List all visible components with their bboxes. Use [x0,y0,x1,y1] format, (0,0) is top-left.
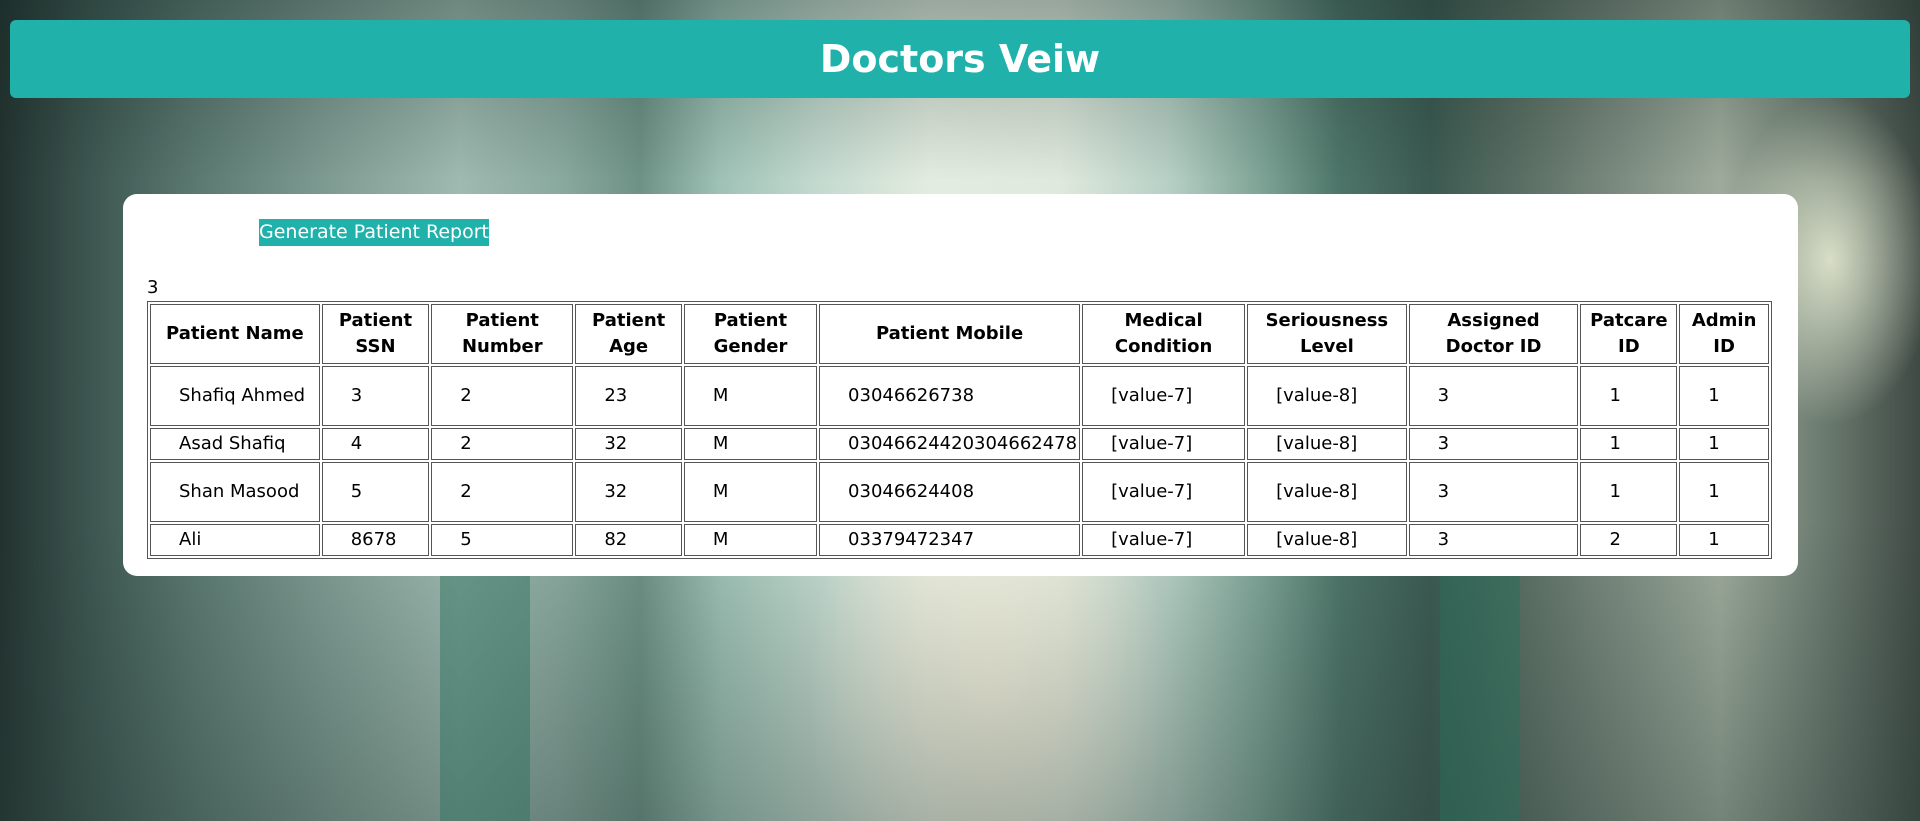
cell-patient-ssn: 4 [321,428,430,460]
cell-patient-name: Ali [150,524,320,556]
cell-seriousness-level: [value-8] [1247,524,1407,556]
cell-patient-mobile: 03046624420304662478 [819,428,1081,460]
cell-admin-id: 1 [1679,366,1769,426]
cell-patient-gender: M [683,524,818,556]
cell-patient-name: Shan Masood [150,462,320,522]
cell-patient-age: 32 [575,428,682,460]
cell-assigned-doctor-id: 3 [1408,524,1579,556]
cell-patient-ssn: 5 [321,462,430,522]
cell-assigned-doctor-id: 3 [1408,366,1579,426]
cell-seriousness-level: [value-8] [1247,428,1407,460]
cell-assigned-doctor-id: 3 [1408,428,1579,460]
cell-admin-id: 1 [1679,462,1769,522]
cell-patient-gender: M [683,428,818,460]
cell-seriousness-level: [value-8] [1247,366,1407,426]
page-header: Doctors Veiw [10,20,1910,98]
cell-patient-number: 2 [431,366,574,426]
cell-patient-gender: M [683,366,818,426]
cell-patient-mobile: 03046624408 [819,462,1081,522]
record-count: 3 [147,277,159,298]
cell-admin-id: 1 [1679,428,1769,460]
cell-patient-ssn: 8678 [321,524,430,556]
col-header-admin-id: Admin ID [1679,304,1769,364]
col-header-patient-name: Patient Name [150,304,320,364]
cell-seriousness-level: [value-8] [1247,462,1407,522]
table-row: Ali 8678 5 82 M 03379472347 [value-7] [v… [150,524,1769,556]
background-door-left [440,560,530,821]
cell-medical-condition: [value-7] [1082,428,1246,460]
col-header-patient-ssn: Patient SSN [321,304,430,364]
cell-admin-id: 1 [1679,524,1769,556]
cell-patient-age: 32 [575,462,682,522]
cell-patient-mobile: 03046626738 [819,366,1081,426]
patients-table: Patient Name Patient SSN Patient Number … [147,301,1772,559]
cell-medical-condition: [value-7] [1082,524,1246,556]
generate-report-button[interactable]: Generate Patient Report [259,219,489,246]
cell-medical-condition: [value-7] [1082,462,1246,522]
cell-patcare-id: 1 [1580,428,1678,460]
table-row: Shan Masood 5 2 32 M 03046624408 [value-… [150,462,1769,522]
cell-patient-name: Asad Shafiq [150,428,320,460]
cell-patient-number: 2 [431,428,574,460]
col-header-medical-condition: Medical Condition [1082,304,1246,364]
cell-patient-number: 5 [431,524,574,556]
col-header-patient-gender: Patient Gender [683,304,818,364]
cell-patient-mobile: 03379472347 [819,524,1081,556]
cell-patient-age: 23 [575,366,682,426]
cell-patient-name: Shafiq Ahmed [150,366,320,426]
page-title: Doctors Veiw [819,37,1101,81]
cell-patient-age: 82 [575,524,682,556]
cell-medical-condition: [value-7] [1082,366,1246,426]
cell-patient-ssn: 3 [321,366,430,426]
col-header-patient-age: Patient Age [575,304,682,364]
cell-assigned-doctor-id: 3 [1408,462,1579,522]
cell-patient-gender: M [683,462,818,522]
col-header-patient-mobile: Patient Mobile [819,304,1081,364]
cell-patient-number: 2 [431,462,574,522]
cell-patcare-id: 1 [1580,366,1678,426]
col-header-assigned-doctor-id: Assigned Doctor ID [1408,304,1579,364]
background-door-right [1440,560,1520,821]
table-row: Shafiq Ahmed 3 2 23 M 03046626738 [value… [150,366,1769,426]
col-header-seriousness-level: Seriousness Level [1247,304,1407,364]
table-header-row: Patient Name Patient SSN Patient Number … [150,304,1769,364]
patients-panel: Generate Patient Report 3 Patient Name P… [123,194,1798,576]
col-header-patcare-id: Patcare ID [1580,304,1678,364]
cell-patcare-id: 2 [1580,524,1678,556]
col-header-patient-number: Patient Number [431,304,574,364]
table-row: Asad Shafiq 4 2 32 M 0304662442030466247… [150,428,1769,460]
cell-patcare-id: 1 [1580,462,1678,522]
